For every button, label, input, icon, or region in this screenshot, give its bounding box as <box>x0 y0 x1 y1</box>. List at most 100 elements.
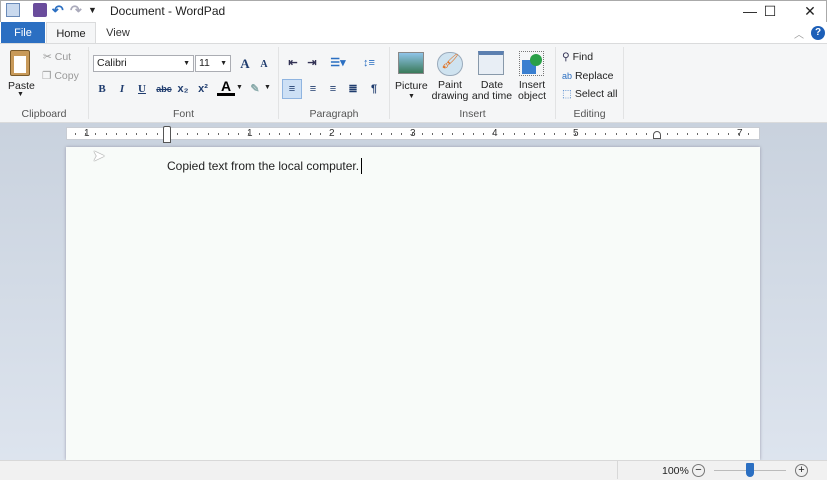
ruler-tick <box>279 133 280 135</box>
zoom-in-button[interactable]: + <box>795 464 808 477</box>
zoom-slider-thumb[interactable] <box>746 463 754 477</box>
ruler-tick <box>636 133 637 135</box>
bold-button[interactable]: B <box>93 80 111 98</box>
cut-label: Cut <box>54 51 72 63</box>
font-color-button[interactable]: A <box>217 78 235 96</box>
ruler-tick <box>513 133 515 135</box>
ruler-tick <box>615 133 617 135</box>
picture-button[interactable]: Picture <box>395 80 428 92</box>
ruler-tick <box>717 133 719 135</box>
strikethrough-button[interactable]: abc <box>153 80 175 98</box>
ruler-tick <box>544 133 546 135</box>
customize-quick-access-icon[interactable]: ▼ <box>88 3 102 17</box>
ruler-tick <box>666 133 668 135</box>
ruler-tick <box>126 133 127 135</box>
line-spacing-icon[interactable]: ↕≡ <box>357 54 381 72</box>
select-all-icon: ⬚ <box>562 88 572 100</box>
ruler-tick <box>350 133 352 135</box>
justify-button[interactable]: ≣ <box>344 80 362 98</box>
help-icon[interactable]: ? <box>811 26 825 40</box>
highlight-dropdown-icon[interactable]: ▼ <box>264 84 271 91</box>
picture-dropdown-icon[interactable]: ▼ <box>408 93 415 100</box>
document-page[interactable] <box>66 147 760 460</box>
insert-object-button[interactable]: Insert object <box>513 80 551 102</box>
grow-font-button[interactable]: A <box>236 55 254 73</box>
tab-file[interactable]: File <box>1 22 45 44</box>
ruler-tick <box>238 133 240 135</box>
paragraph-group-label: Paragraph <box>309 108 359 120</box>
copy-icon: ❐ <box>42 70 52 82</box>
zoom-out-button[interactable]: − <box>692 464 705 477</box>
maximize-button[interactable]: ☐ <box>750 0 790 22</box>
ruler-tick <box>554 133 556 135</box>
clipboard-group-label: Clipboard <box>21 108 67 120</box>
ruler-tick <box>136 133 138 135</box>
paint-drawing-button[interactable]: Paint drawing <box>431 80 469 102</box>
ruler-tick <box>503 133 505 135</box>
cut-button[interactable]: ✂ Cut <box>43 51 71 63</box>
ruler-tick <box>370 133 372 135</box>
paint-palette-icon: 🖌 <box>437 52 463 76</box>
ruler-tick <box>493 133 495 135</box>
ruler-tick <box>289 133 291 135</box>
highlight-icon[interactable]: ✎ <box>246 80 264 98</box>
collapse-ribbon-icon[interactable]: ︿ <box>794 26 804 41</box>
font-family-select[interactable]: Calibri ▼ <box>93 55 194 72</box>
replace-button[interactable]: ab Replace <box>562 70 613 82</box>
mouse-cursor-icon: ➤ <box>92 148 106 165</box>
subscript-button[interactable]: x₂ <box>174 80 192 98</box>
ruler-tick <box>401 133 403 135</box>
ruler-tick <box>707 133 709 135</box>
decrease-indent-icon[interactable]: ⇤ <box>284 54 302 72</box>
increase-indent-icon[interactable]: ⇥ <box>303 54 321 72</box>
copy-label: Copy <box>54 70 79 82</box>
paste-button[interactable]: Paste ▼ <box>6 48 36 103</box>
binoculars-icon: ⚲ <box>562 51 570 63</box>
tab-view[interactable]: View <box>98 22 138 44</box>
undo-icon[interactable]: ↶ <box>52 3 66 17</box>
editing-group-label: Editing <box>573 108 606 120</box>
align-center-button[interactable]: ≡ <box>304 80 322 98</box>
left-indent-marker[interactable] <box>163 126 171 143</box>
paragraph-settings-icon[interactable]: ¶ <box>365 80 383 98</box>
zoom-level: 100% <box>662 465 689 477</box>
copy-button[interactable]: ❐ Copy <box>42 70 79 82</box>
ruler-tick <box>360 133 362 135</box>
tab-home[interactable]: Home <box>46 22 96 44</box>
select-all-button[interactable]: ⬚ Select all <box>562 88 617 100</box>
shrink-font-button[interactable]: A <box>255 56 273 74</box>
ruler-tick <box>248 133 250 135</box>
ruler-tick <box>187 133 189 135</box>
document-text[interactable]: Copied text from the local computer. <box>167 159 359 173</box>
date-and-time-button[interactable]: Date and time <box>471 80 513 102</box>
find-button[interactable]: ⚲ Find <box>562 51 593 63</box>
ruler-tick <box>391 133 393 135</box>
ruler-tick <box>523 133 525 135</box>
superscript-button[interactable]: x² <box>194 80 212 98</box>
font-family-value: Calibri <box>97 57 127 69</box>
ruler-tick <box>207 133 209 135</box>
wordpad-app-icon[interactable] <box>6 3 20 17</box>
ruler-tick <box>574 133 576 135</box>
close-button[interactable]: ✕ <box>790 0 827 22</box>
text-caret <box>361 158 362 174</box>
find-label: Find <box>572 51 594 63</box>
redo-icon[interactable]: ↷ <box>70 3 84 17</box>
ruler-tick <box>381 133 382 135</box>
align-left-button[interactable]: ≡ <box>282 79 302 99</box>
underline-button[interactable]: U <box>133 80 151 98</box>
ruler-tick <box>156 133 158 135</box>
ruler-tick <box>95 133 97 135</box>
save-icon[interactable] <box>33 3 47 17</box>
ruler-tick <box>483 133 484 135</box>
replace-icon: ab <box>562 71 573 81</box>
bullets-icon[interactable]: ☰▾ <box>325 54 351 72</box>
insert-group-label: Insert <box>459 108 486 120</box>
italic-button[interactable]: I <box>113 80 131 98</box>
font-color-dropdown-icon[interactable]: ▼ <box>236 84 243 91</box>
font-size-select[interactable]: 11 ▼ <box>195 55 231 72</box>
ruler-tick <box>197 133 199 135</box>
ruler-tick <box>146 133 148 135</box>
align-right-button[interactable]: ≡ <box>324 80 342 98</box>
right-indent-marker[interactable] <box>653 131 661 139</box>
